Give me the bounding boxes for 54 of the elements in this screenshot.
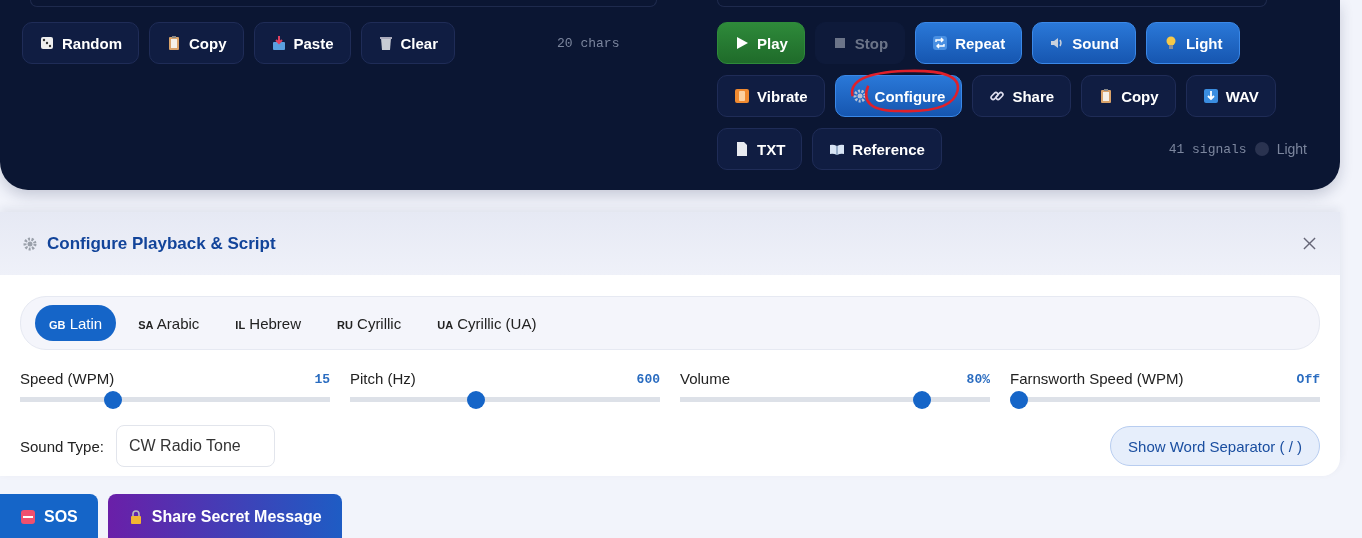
action-button[interactable]: Share Secret Message xyxy=(107,494,342,538)
down-icon xyxy=(1202,88,1219,104)
toolbar-button[interactable]: Copy xyxy=(1081,75,1176,117)
toolbar-button[interactable]: Configure xyxy=(834,75,963,117)
script-tab[interactable]: SA Arabic xyxy=(124,305,214,341)
vibrate-icon xyxy=(734,88,750,104)
close-icon[interactable] xyxy=(1303,237,1316,250)
toolbar-button[interactable]: Random xyxy=(22,22,139,64)
script-tab[interactable]: RU Cyrillic xyxy=(323,305,416,341)
slider-value: 15 xyxy=(314,372,330,387)
toolbar-button[interactable]: Paste xyxy=(253,22,351,64)
slider-label: Farnsworth Speed (WPM) xyxy=(1010,370,1184,387)
toolbar-button[interactable]: Repeat xyxy=(915,22,1023,64)
signal-count: 41 signals xyxy=(1168,141,1247,157)
field-label: Sound Type: xyxy=(20,437,104,455)
script-tab[interactable]: GB Latin xyxy=(35,305,117,341)
gear-icon xyxy=(22,235,38,252)
toolbar-button[interactable]: TXT xyxy=(717,128,803,170)
slider-thumb[interactable] xyxy=(466,391,485,409)
slider-label: Speed (WPM) xyxy=(20,370,115,387)
toolbar-button[interactable]: Clear xyxy=(360,22,456,64)
dice-icon xyxy=(39,35,55,51)
toolbar-button[interactable]: WAV xyxy=(1185,75,1276,117)
toolbar-button[interactable]: Play xyxy=(717,22,805,64)
action-button[interactable]: SOS xyxy=(0,494,98,538)
toolbar-button[interactable]: Light xyxy=(1145,22,1240,64)
slider-thumb[interactable] xyxy=(912,391,931,409)
slider-label: Pitch (Hz) xyxy=(350,370,416,387)
slider-value: 80% xyxy=(966,372,990,387)
slider-label: Volume xyxy=(680,370,731,387)
script-tab[interactable]: IL Hebrew xyxy=(221,305,315,341)
sound-type-select[interactable]: CW Radio Tone xyxy=(115,425,275,467)
paste-icon xyxy=(270,35,287,51)
doc-icon xyxy=(734,141,750,157)
slider-thumb[interactable] xyxy=(104,391,122,409)
script-tab[interactable]: UA Cyrillic (UA) xyxy=(423,305,551,341)
toolbar-button[interactable]: Reference xyxy=(812,128,942,170)
panel-title: Configure Playback & Script xyxy=(47,233,276,254)
toolbar-button[interactable]: Copy xyxy=(149,22,244,64)
play-icon xyxy=(734,35,750,51)
slider-value: 600 xyxy=(636,372,660,387)
gear-icon xyxy=(851,88,868,104)
slider-thumb[interactable] xyxy=(1010,391,1029,409)
light-label: Light xyxy=(1276,141,1307,157)
clip-icon xyxy=(166,35,182,51)
character-count: 20 chars xyxy=(557,35,620,51)
toolbar-button[interactable]: Sound xyxy=(1032,22,1136,64)
trash-icon xyxy=(377,35,394,51)
slider-value: Off xyxy=(1296,372,1320,387)
word-separator-button[interactable]: Show Word Separator ( / ) xyxy=(1110,426,1320,466)
toolbar-button[interactable]: Vibrate xyxy=(717,75,825,117)
sos-icon xyxy=(20,509,36,525)
toolbar-button[interactable]: Share xyxy=(972,75,1072,117)
repeat-icon xyxy=(932,35,949,51)
